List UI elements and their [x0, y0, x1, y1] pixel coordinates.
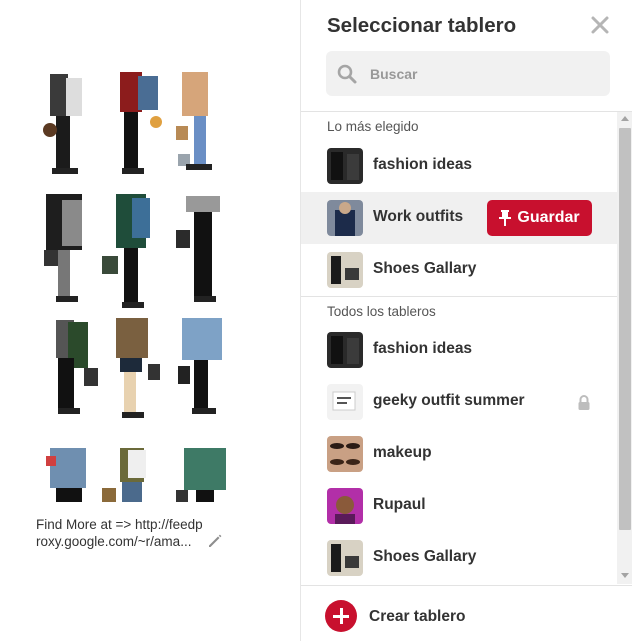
- board-label: Rupaul: [373, 496, 426, 513]
- board-thumbnail: [327, 252, 363, 288]
- board-thumbnail: [327, 540, 363, 576]
- board-label: fashion ideas: [373, 340, 473, 357]
- save-button-label: Guardar: [517, 209, 580, 226]
- create-board-label: Crear tablero: [369, 608, 466, 625]
- board-label: Work outfits: [373, 208, 464, 225]
- pin-description: Find More at => http://feedproxy.google.…: [36, 517, 203, 549]
- board-item-shoes-gallary[interactable]: Shoes Gallary: [301, 532, 617, 584]
- board-label: fashion ideas: [373, 156, 473, 173]
- section-label-top: Lo más elegido: [327, 119, 419, 134]
- search-icon: [337, 64, 357, 84]
- scroll-up-arrow-icon[interactable]: [621, 116, 629, 121]
- search-input[interactable]: [370, 63, 600, 85]
- board-item-rupaul[interactable]: Rupaul: [301, 480, 617, 532]
- close-icon[interactable]: [589, 14, 611, 36]
- board-label: Shoes Gallary: [373, 260, 477, 277]
- section-label-all: Todos los tableros: [301, 296, 617, 324]
- board-thumbnail: [327, 332, 363, 368]
- board-select-panel: Seleccionar tablero Lo más elegido fashi…: [300, 0, 632, 641]
- panel-title: Seleccionar tablero: [327, 14, 517, 37]
- pin-image: [36, 64, 232, 504]
- board-item-work-outfits[interactable]: Work outfits Guardar: [301, 192, 617, 244]
- board-thumbnail: [327, 384, 363, 420]
- board-list[interactable]: Lo más elegido fashion ideas Work outfit…: [301, 112, 617, 584]
- scroll-down-arrow-icon[interactable]: [621, 573, 629, 578]
- board-thumbnail: [327, 200, 363, 236]
- save-button[interactable]: Guardar: [487, 200, 592, 236]
- lock-icon: [578, 395, 590, 410]
- board-label: makeup: [373, 444, 432, 461]
- pin-icon: [499, 210, 512, 226]
- board-thumbnail: [327, 488, 363, 524]
- create-board-button[interactable]: Crear tablero: [301, 585, 632, 641]
- board-label: Shoes Gallary: [373, 548, 477, 565]
- board-item-fashion-ideas[interactable]: fashion ideas: [301, 140, 617, 192]
- board-item-geeky-outfit-summer[interactable]: geeky outfit summer: [301, 376, 617, 428]
- board-picker-dialog: Find More at => http://feedproxy.google.…: [0, 0, 632, 641]
- board-item-fashion-ideas[interactable]: fashion ideas: [301, 324, 617, 376]
- search-box[interactable]: [326, 51, 610, 96]
- pencil-icon[interactable]: [206, 532, 224, 550]
- board-thumbnail: [327, 148, 363, 184]
- board-label: geeky outfit summer: [373, 392, 525, 409]
- board-thumbnail: [327, 436, 363, 472]
- board-item-makeup[interactable]: makeup: [301, 428, 617, 480]
- board-item-shoes-gallary[interactable]: Shoes Gallary: [301, 244, 617, 296]
- scrollbar[interactable]: [617, 112, 632, 584]
- plus-icon: [325, 600, 357, 632]
- pin-preview: Find More at => http://feedproxy.google.…: [0, 0, 300, 641]
- scroll-thumb[interactable]: [619, 128, 631, 530]
